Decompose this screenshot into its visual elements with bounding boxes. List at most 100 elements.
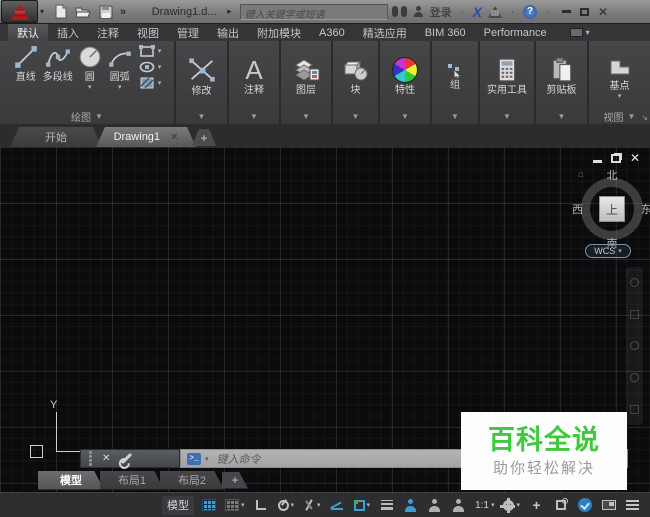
command-prompt-icon[interactable]: >_ [187,452,201,465]
ribbon-tab-featured-apps[interactable]: 精选应用 [354,24,416,41]
group-button[interactable]: 组 [444,59,466,91]
modify-button[interactable]: 修改 [185,53,219,97]
customize-wrench-icon[interactable] [121,452,133,465]
modify-panel-title[interactable]: ▼ [176,109,227,124]
object-snap-toggle[interactable]: ▾ [352,496,373,515]
line-button[interactable]: 直线 [11,41,41,83]
save-button[interactable] [99,5,113,19]
polyline-button[interactable]: 多段线 [41,41,75,83]
search-input[interactable] [240,8,387,22]
drawing-canvas[interactable]: ✕ ⌂ 北 南 西 东 上 WCS ▾ Y ✕ >_ ▾ 键入命令 模型 布局1… [0,147,650,492]
circle-caret-icon[interactable]: ▾ [88,84,92,91]
command-line-handle[interactable]: ✕ [80,449,180,468]
open-file-button[interactable] [75,5,92,18]
showmotion-icon[interactable] [630,404,639,414]
ribbon-tab-performance[interactable]: Performance [475,24,556,41]
annotation-autoscale-toggle[interactable] [425,496,444,515]
status-model-button[interactable]: 模型 [162,495,194,515]
sign-in-button[interactable]: 登录 [430,4,452,20]
wcs-dropdown[interactable]: WCS ▾ [585,244,631,258]
block-panel-title[interactable]: ▼ [333,109,378,124]
qat-more-commands-button[interactable]: » [120,6,126,18]
ellipse-button[interactable]: ▾ [139,61,161,73]
viewcube-top-face[interactable]: 上 [599,196,625,222]
ribbon-tab-output[interactable]: 输出 [208,24,248,41]
drawing-close-button[interactable]: ✕ [630,151,640,165]
annotation-monitor-toggle[interactable]: + [527,496,546,515]
ribbon-tab-home[interactable]: 默认 [8,24,48,41]
circle-button[interactable]: 圆 ▾ [75,41,105,91]
search-icon[interactable] [391,6,407,17]
layers-button[interactable]: 图层 [290,54,322,96]
ribbon-tab-bim360[interactable]: BIM 360 [416,24,475,41]
hatch-button[interactable]: ▾ [139,76,161,90]
layers-panel-title[interactable]: ▼ [281,109,331,124]
layout-tab-layout1[interactable]: 布局1 [100,471,164,490]
ribbon-tab-insert[interactable]: 插入 [48,24,88,41]
ribbon-display-toggle[interactable]: ▾ [569,24,590,41]
pan-icon[interactable] [630,309,639,319]
drag-grip-icon[interactable] [89,451,92,466]
annotate-button[interactable]: A 注释 [242,54,266,96]
snap-mode-toggle[interactable]: ▾ [223,496,247,515]
clipboard-panel-title[interactable]: ▼ [536,109,587,124]
help-caret-icon[interactable]: · [546,7,549,17]
file-tab-drawing1[interactable]: Drawing1 ✕ [96,127,196,147]
restore-button[interactable] [580,7,590,16]
layout-tab-model[interactable]: 模型 [38,471,104,490]
viewcube-east[interactable]: 东 [641,201,650,217]
polar-tracking-toggle[interactable]: ▾ [276,496,297,515]
properties-button[interactable]: 特性 [390,54,420,96]
autodesk-exchange-icon[interactable]: X [473,4,482,20]
app-store-icon[interactable] [488,5,503,18]
file-tab-start[interactable]: 开始 [10,127,102,147]
scale-selector[interactable]: 1:1 ▾ [473,496,496,515]
ribbon-tab-a360[interactable]: A360 [310,24,354,41]
zoom-icon[interactable] [630,341,639,351]
navigation-bar[interactable] [626,267,643,425]
hardware-acceleration-toggle[interactable] [575,496,594,515]
layout-tab-layout2[interactable]: 布局2 [160,471,224,490]
ribbon-tab-annotate[interactable]: 注释 [88,24,128,41]
object-snap-tracking-toggle[interactable] [328,496,347,515]
viewcube[interactable]: ⌂ 北 南 西 东 上 [572,167,650,251]
viewcube-home-icon[interactable]: ⌂ [578,169,584,180]
app-menu-caret-icon[interactable]: ▾ [40,7,44,16]
minimize-button[interactable] [562,10,572,13]
base-button[interactable]: 基点 ▾ [604,52,636,100]
drawing-restore-button[interactable] [610,153,621,163]
new-file-button[interactable] [54,4,68,19]
grid-display-toggle[interactable] [199,496,218,515]
tab-close-icon[interactable]: ✕ [170,132,178,143]
steering-wheel-icon[interactable] [630,278,639,288]
annotate-panel-title[interactable]: ▼ [229,109,279,124]
title-expand-icon[interactable]: ▸ [227,6,232,17]
customization-menu[interactable] [623,496,642,515]
recent-commands-caret-icon[interactable]: ▾ [205,455,209,463]
annotation-scale-button[interactable] [449,496,468,515]
app-menu-button[interactable] [1,0,38,23]
base-caret-icon[interactable]: ▾ [618,93,622,100]
arc-button[interactable]: 圆弧 ▾ [105,41,135,91]
new-drawing-tab-button[interactable]: + [192,129,216,146]
new-layout-button[interactable]: + [222,472,248,489]
viewcube-west[interactable]: 西 [572,201,583,217]
orbit-icon[interactable] [630,373,639,383]
ortho-toggle[interactable] [252,496,271,515]
lineweight-toggle[interactable] [377,496,396,515]
properties-panel-title[interactable]: ▼ [380,109,430,124]
utilities-panel-title[interactable]: ▼ [480,109,534,124]
panel-launcher-icon[interactable]: ↘ [641,113,648,122]
draw-panel-title[interactable]: 绘图 ▼ [0,109,174,124]
signin-caret-icon[interactable]: · [461,7,464,17]
clean-screen-toggle[interactable] [599,496,618,515]
utilities-button[interactable]: 实用工具 [485,54,529,96]
help-icon[interactable]: ? [523,4,538,19]
annotation-visibility-toggle[interactable] [401,496,420,515]
ribbon-tab-addins[interactable]: 附加模块 [248,24,310,41]
ribbon-tab-view[interactable]: 视图 [128,24,168,41]
block-button[interactable]: 块 [340,54,372,96]
isolate-objects-button[interactable] [551,496,570,515]
isometric-drafting-toggle[interactable]: ▾ [301,496,323,515]
group-panel-title[interactable]: ▼ [432,109,478,124]
